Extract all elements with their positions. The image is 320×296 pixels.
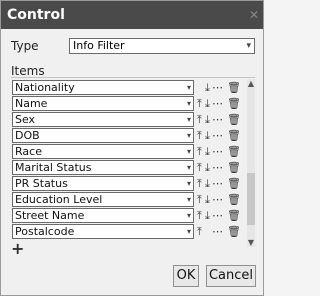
arrow-up-icon[interactable]: ⤒: [197, 128, 202, 143]
item-row: Marital Status ▾ ⤒ ⤓ ⋯ 🗑: [11, 160, 255, 176]
cancel-button[interactable]: Cancel: [206, 265, 256, 287]
item-select-value: Sex: [15, 113, 36, 126]
item-select-value: Name: [15, 97, 48, 110]
chevron-down-icon: ▾: [186, 131, 191, 140]
scroll-thumb[interactable]: [247, 173, 255, 225]
items-panel: Nationality ▾ ⤓ ⋯ 🗑 Name ▾ ⤒ ⤓ ⋯ 🗑 Sex ▾ ⤒ ⤓ ⋯ 🗑 DOB ▾ ⤒ ⤓ ⋯ 🗑…: [11, 77, 255, 250]
type-select[interactable]: Info Filter ▾: [69, 38, 255, 54]
item-select-value: Race: [15, 145, 42, 158]
trash-icon[interactable]: 🗑: [227, 96, 241, 111]
item-row: Postalcode ▾ ⤒ ⋯ 🗑: [11, 224, 255, 240]
more-icon[interactable]: ⋯: [212, 224, 223, 239]
arrow-down-icon[interactable]: ⤓: [205, 144, 210, 159]
arrow-up-icon[interactable]: ⤒: [197, 192, 202, 207]
arrow-up-icon[interactable]: ⤒: [197, 144, 202, 159]
item-row: DOB ▾ ⤒ ⤓ ⋯ 🗑: [11, 128, 255, 144]
close-icon[interactable]: ✕: [249, 1, 259, 29]
item-select-value: Street Name: [15, 209, 85, 222]
trash-icon[interactable]: 🗑: [227, 144, 241, 159]
item-select-value: Nationality: [15, 81, 75, 94]
items-label: Items: [11, 64, 45, 78]
chevron-down-icon: ▾: [186, 227, 191, 236]
item-select[interactable]: DOB ▾: [12, 128, 194, 143]
item-select[interactable]: Race ▾: [12, 144, 194, 159]
more-icon[interactable]: ⋯: [212, 160, 223, 175]
more-icon[interactable]: ⋯: [212, 80, 223, 95]
arrow-down-icon[interactable]: ⤓: [205, 192, 210, 207]
trash-icon[interactable]: 🗑: [227, 176, 241, 191]
window-title: Control: [7, 7, 65, 23]
type-label: Type: [11, 39, 39, 53]
chevron-down-icon: ▾: [186, 195, 191, 204]
chevron-down-icon: ▾: [246, 41, 251, 51]
item-row: Sex ▾ ⤒ ⤓ ⋯ 🗑: [11, 112, 255, 128]
more-icon[interactable]: ⋯: [212, 96, 223, 111]
control-dialog: Control ✕ Type Info Filter ▾ Items Natio…: [0, 0, 264, 296]
item-select[interactable]: PR Status ▾: [12, 176, 194, 191]
items-scrollbar[interactable]: ▲ ▼: [247, 79, 255, 247]
more-icon[interactable]: ⋯: [212, 208, 223, 223]
trash-icon[interactable]: 🗑: [227, 224, 241, 239]
arrow-up-icon[interactable]: ⤒: [197, 176, 202, 191]
arrow-down-icon[interactable]: ⤓: [205, 160, 210, 175]
chevron-down-icon: ▾: [186, 179, 191, 188]
chevron-down-icon: ▾: [186, 99, 191, 108]
arrow-down-icon[interactable]: ⤓: [205, 96, 210, 111]
more-icon[interactable]: ⋯: [212, 192, 223, 207]
item-select-value: Education Level: [15, 193, 103, 206]
trash-icon[interactable]: 🗑: [227, 128, 241, 143]
add-item-button[interactable]: +: [11, 239, 24, 258]
arrow-down-icon[interactable]: ⤓: [205, 80, 210, 95]
trash-icon[interactable]: 🗑: [227, 208, 241, 223]
type-select-value: Info Filter: [73, 39, 125, 52]
chevron-down-icon: ▾: [186, 115, 191, 124]
chevron-down-icon: ▾: [186, 163, 191, 172]
title-bar: Control ✕: [1, 1, 263, 29]
arrow-up-icon[interactable]: ⤒: [197, 96, 202, 111]
item-select[interactable]: Sex ▾: [12, 112, 194, 127]
chevron-down-icon: ▾: [186, 147, 191, 156]
scroll-down-icon[interactable]: ▼: [247, 238, 255, 247]
arrow-down-icon[interactable]: ⤓: [205, 176, 210, 191]
item-select-value: DOB: [15, 129, 40, 142]
scroll-up-icon[interactable]: ▲: [247, 79, 255, 88]
item-select[interactable]: Street Name ▾: [12, 208, 194, 223]
item-select[interactable]: Postalcode ▾: [12, 224, 194, 239]
item-select[interactable]: Education Level ▾: [12, 192, 194, 207]
trash-icon[interactable]: 🗑: [227, 192, 241, 207]
trash-icon[interactable]: 🗑: [227, 80, 241, 95]
more-icon[interactable]: ⋯: [212, 144, 223, 159]
chevron-down-icon: ▾: [186, 83, 191, 92]
item-select[interactable]: Marital Status ▾: [12, 160, 194, 175]
arrow-up-icon[interactable]: ⤒: [197, 224, 202, 239]
item-row: Name ▾ ⤒ ⤓ ⋯ 🗑: [11, 96, 255, 112]
arrow-down-icon[interactable]: ⤓: [205, 112, 210, 127]
more-icon[interactable]: ⋯: [212, 128, 223, 143]
trash-icon[interactable]: 🗑: [227, 112, 241, 127]
arrow-up-icon[interactable]: ⤒: [197, 160, 202, 175]
item-select-value: Marital Status: [15, 161, 92, 174]
item-row: Education Level ▾ ⤒ ⤓ ⋯ 🗑: [11, 192, 255, 208]
item-row: Nationality ▾ ⤓ ⋯ 🗑: [11, 80, 255, 96]
item-select-value: Postalcode: [15, 225, 75, 238]
item-select[interactable]: Name ▾: [12, 96, 194, 111]
item-row: Race ▾ ⤒ ⤓ ⋯ 🗑: [11, 144, 255, 160]
trash-icon[interactable]: 🗑: [227, 160, 241, 175]
item-select[interactable]: Nationality ▾: [12, 80, 194, 95]
arrow-down-icon[interactable]: ⤓: [205, 128, 210, 143]
chevron-down-icon: ▾: [186, 211, 191, 220]
ok-button[interactable]: OK: [173, 265, 199, 287]
more-icon[interactable]: ⋯: [212, 112, 223, 127]
arrow-up-icon[interactable]: ⤒: [197, 208, 202, 223]
item-select-value: PR Status: [15, 177, 68, 190]
item-row: Street Name ▾ ⤒ ⤓ ⋯ 🗑: [11, 208, 255, 224]
arrow-down-icon[interactable]: ⤓: [205, 208, 210, 223]
arrow-up-icon[interactable]: ⤒: [197, 112, 202, 127]
more-icon[interactable]: ⋯: [212, 176, 223, 191]
item-row: PR Status ▾ ⤒ ⤓ ⋯ 🗑: [11, 176, 255, 192]
